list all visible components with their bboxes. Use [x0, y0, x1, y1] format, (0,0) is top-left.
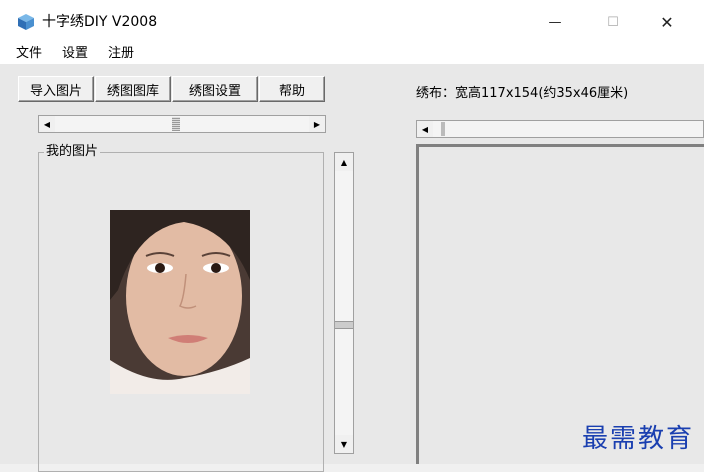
watermark-text: 最需教育	[582, 424, 695, 454]
pattern-settings-button[interactable]: 绣图设置	[172, 76, 258, 102]
title-bar: 十字绣DIY V2008 — ☐ ✕	[0, 0, 704, 44]
image-vertical-scrollbar[interactable]: ▲ ▼	[334, 152, 354, 454]
canvas-scroll-thumb[interactable]	[441, 122, 445, 136]
left-arrow-icon: ◀	[43, 119, 51, 129]
cloth-size-label: 绣布：宽高117x154(约35x46厘米)	[416, 86, 629, 101]
canvas-horizontal-scrollbar[interactable]: ◀	[416, 120, 704, 138]
maximize-button[interactable]: ☐	[590, 0, 636, 44]
menu-settings[interactable]: 设置	[62, 45, 88, 63]
window-title: 十字绣DIY V2008	[42, 14, 158, 30]
zoom-slider-scrollbar[interactable]: ◀ ▶	[38, 115, 326, 133]
minimize-icon: —	[548, 14, 562, 30]
maximize-icon: ☐	[607, 14, 619, 30]
portrait-photo	[110, 210, 250, 394]
minimize-button[interactable]: —	[532, 0, 578, 44]
menu-file[interactable]: 文件	[16, 45, 42, 63]
vertical-scroll-thumb[interactable]	[335, 321, 353, 329]
zoom-slider-thumb[interactable]	[172, 117, 180, 131]
scroll-down-button[interactable]: ▼	[335, 435, 353, 453]
app-cube-icon	[18, 14, 34, 30]
right-arrow-icon: ▶	[313, 119, 321, 129]
scroll-up-button[interactable]: ▲	[335, 153, 353, 171]
scroll-right-button[interactable]: ▶	[309, 116, 325, 132]
menu-bar: 文件 设置 注册	[0, 44, 704, 64]
import-image-button[interactable]: 导入图片	[18, 76, 94, 102]
canvas-scroll-left-button[interactable]: ◀	[417, 121, 433, 137]
my-picture-label: 我的图片	[44, 144, 101, 160]
left-arrow-icon: ◀	[421, 124, 429, 134]
embroidery-canvas[interactable]	[416, 144, 704, 464]
scroll-left-button[interactable]: ◀	[39, 116, 55, 132]
close-icon: ✕	[660, 12, 674, 32]
pattern-library-button[interactable]: 绣图图库	[95, 76, 171, 102]
menu-register[interactable]: 注册	[108, 45, 134, 63]
up-arrow-icon: ▲	[340, 157, 348, 167]
down-arrow-icon: ▼	[340, 439, 348, 449]
close-button[interactable]: ✕	[644, 0, 690, 44]
help-button[interactable]: 帮助	[259, 76, 325, 102]
